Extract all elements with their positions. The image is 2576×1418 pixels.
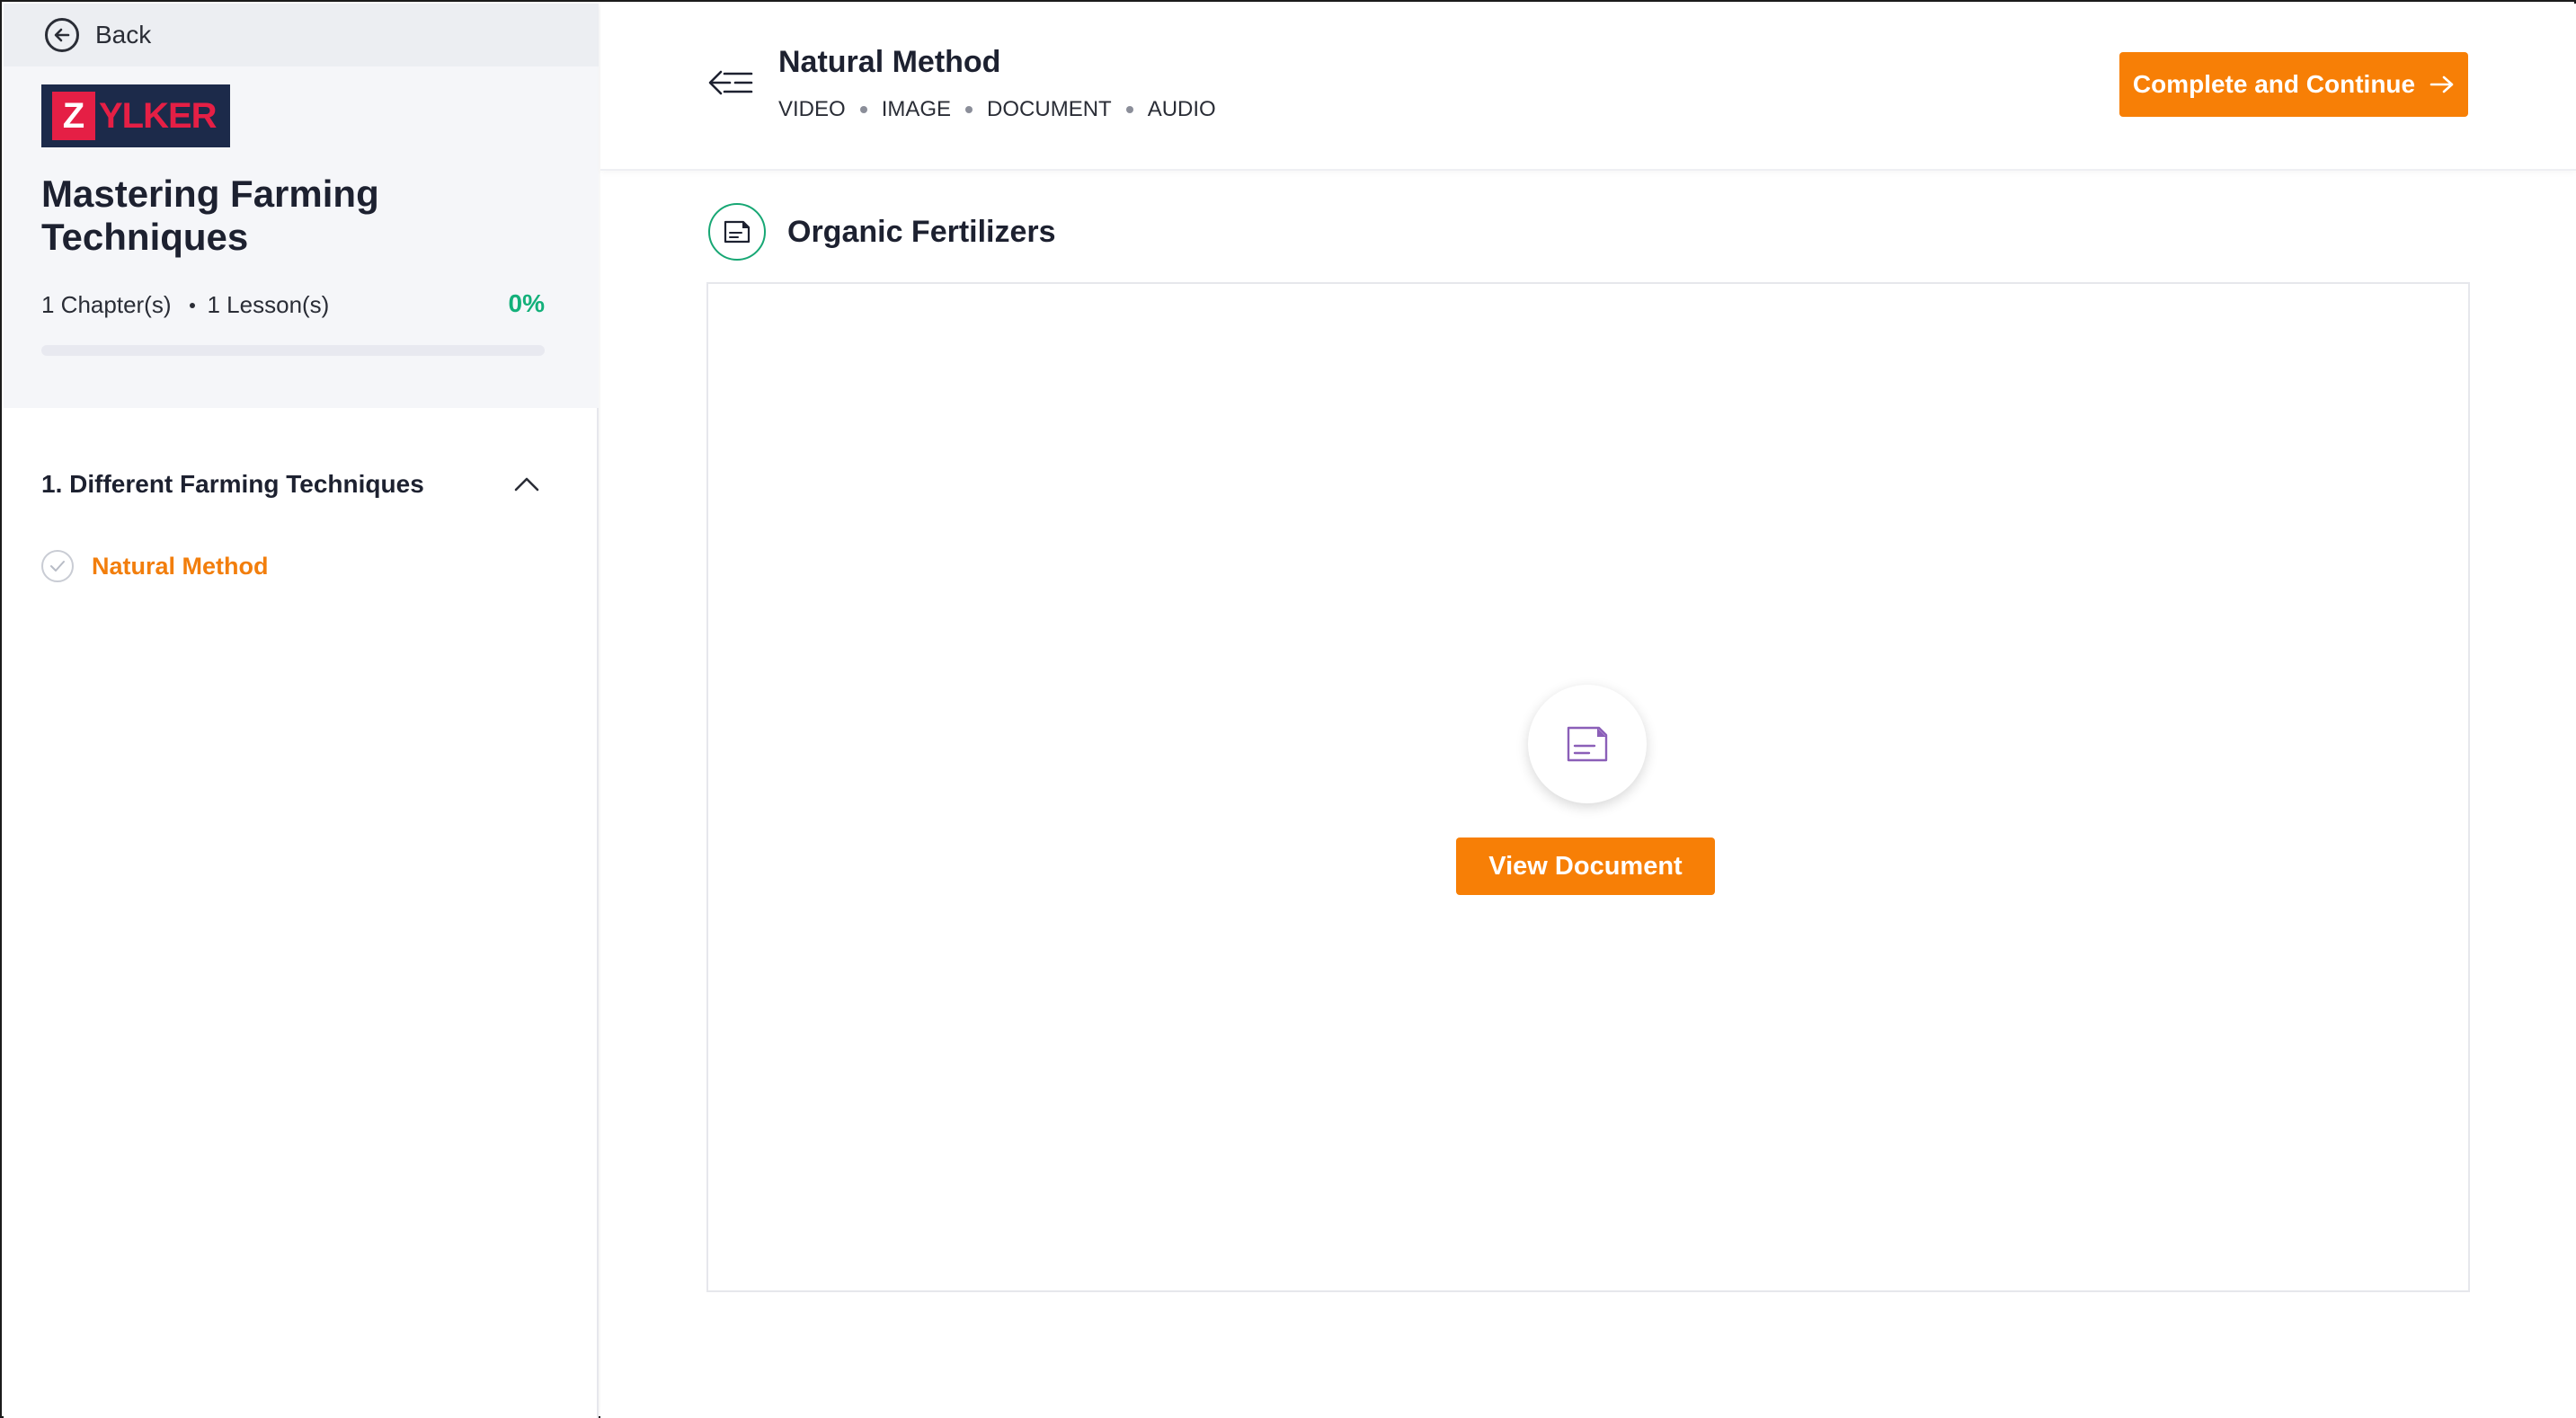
- course-title: Mastering Farming Techniques: [41, 173, 379, 258]
- logo-wordmark: YLKER: [99, 95, 218, 136]
- type-image: IMAGE: [881, 97, 952, 121]
- arrow-right-icon: [2429, 75, 2455, 94]
- progress-percentage: 0%: [508, 289, 545, 317]
- document-icon: [1528, 685, 1647, 803]
- complete-and-continue-button[interactable]: Complete and Continue: [2119, 52, 2468, 117]
- sidebar-collapse-icon[interactable]: [708, 65, 755, 101]
- lesson-content: Natural Method VIDEO IMAGE DOCUMENT AUDI…: [600, 4, 2576, 1418]
- type-separator: [859, 106, 867, 113]
- chevron-up-icon[interactable]: [509, 466, 545, 502]
- lesson-topbar: Natural Method VIDEO IMAGE DOCUMENT AUDI…: [600, 4, 2576, 171]
- lesson-type-list: VIDEO IMAGE DOCUMENT AUDIO: [778, 97, 1216, 122]
- lesson-title: Natural Method: [778, 45, 1001, 79]
- section-title: Organic Fertilizers: [787, 214, 1056, 249]
- type-video: VIDEO: [778, 97, 846, 121]
- back-arrow-icon: [45, 18, 79, 52]
- back-button[interactable]: Back: [4, 4, 599, 66]
- check-circle-icon: [41, 550, 74, 582]
- lesson-item-natural-method[interactable]: Natural Method: [41, 545, 269, 588]
- back-label: Back: [95, 21, 152, 49]
- cta-label: Complete and Continue: [2132, 70, 2416, 98]
- type-separator: [1125, 106, 1133, 113]
- lesson-label: Natural Method: [92, 552, 269, 580]
- app-frame: Back Z YLKER Mastering Farming Technique…: [0, 0, 2576, 1418]
- lessons-count: 1 Lesson(s): [207, 291, 330, 318]
- view-document-button[interactable]: View Document: [1456, 838, 1715, 895]
- type-audio: AUDIO: [1147, 97, 1216, 121]
- type-separator: [965, 106, 973, 113]
- course-meta: 1 Chapter(s) 1 Lesson(s): [41, 291, 329, 319]
- type-document: DOCUMENT: [987, 97, 1112, 121]
- chapter-toggle[interactable]: 1. Different Farming Techniques: [41, 462, 545, 507]
- course-sidebar: Back Z YLKER Mastering Farming Technique…: [4, 4, 599, 1418]
- chapter-title: 1. Different Farming Techniques: [41, 470, 424, 498]
- logo-initial: Z: [52, 92, 95, 140]
- document-type-icon: [708, 203, 766, 261]
- course-header: Z YLKER Mastering Farming Techniques 1 C…: [4, 66, 599, 408]
- progress-bar: [41, 345, 545, 356]
- chapters-count: 1 Chapter(s): [41, 291, 172, 318]
- document-viewer: View Document: [706, 282, 2470, 1292]
- section-header: Organic Fertilizers: [708, 203, 1056, 261]
- meta-separator: [189, 302, 195, 308]
- zylker-logo: Z YLKER: [41, 84, 230, 147]
